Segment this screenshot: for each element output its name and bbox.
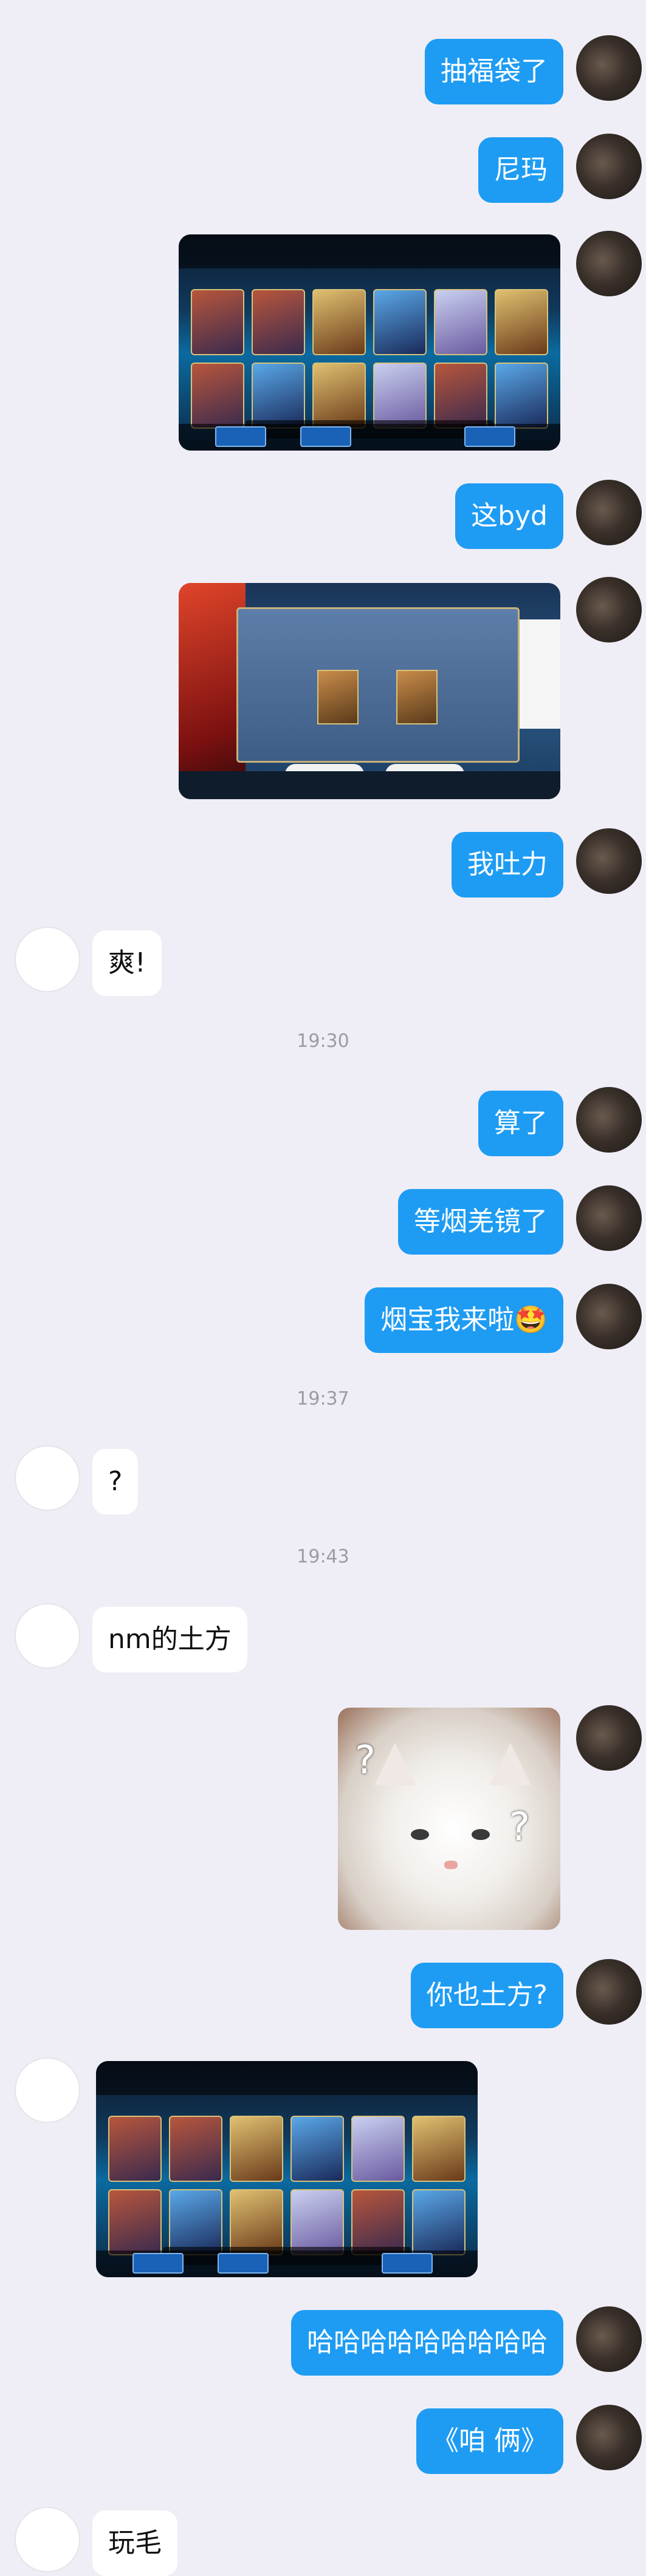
message-bubble[interactable]: nm的土方 [92,1607,247,1672]
servant-card [191,363,244,429]
servant-card [290,2189,344,2255]
message-bubble[interactable]: 爽! [92,930,162,996]
friend-avatar[interactable] [15,927,80,992]
game-button [218,2253,269,2274]
servant-card [169,2189,222,2255]
game-button [382,2253,433,2274]
cat-ear [490,1743,531,1785]
friend-avatar[interactable] [15,1445,80,1511]
servant-card [351,2189,405,2255]
message-bubble[interactable]: 尼玛 [478,137,563,203]
my-avatar[interactable] [576,828,642,894]
game-strengthen-dialog-image[interactable] [179,583,560,799]
timestamp: 19:37 [297,1388,349,1409]
servant-card [252,363,305,429]
card-grid [108,2116,466,2255]
message-bubble[interactable]: 抽福袋了 [425,39,563,104]
game-topbar [96,2061,478,2095]
game-bottombar [96,2251,478,2277]
message-bubble[interactable]: 算了 [478,1091,563,1156]
game-bottombar [179,424,560,451]
friend-avatar[interactable] [15,2507,80,2572]
my-avatar[interactable] [576,1959,642,2025]
servant-card [495,289,548,355]
servant-card [230,2189,283,2255]
confused-cat-sticker[interactable]: ? ? [338,1708,560,1930]
cat-eye [472,1829,490,1840]
card-slot [396,670,438,724]
message-bubble[interactable]: 玩毛 [92,2510,177,2576]
timestamp: 19:43 [297,1546,349,1567]
servant-card [312,363,366,429]
game-lucky-bag-result-image[interactable] [179,234,560,451]
servant-card [434,363,487,429]
servant-card [495,363,548,429]
dialog-panel [236,607,520,763]
question-mark: ? [509,1805,530,1850]
servant-card [373,289,427,355]
servant-card [412,2116,466,2182]
game-topbar [179,234,560,268]
my-avatar[interactable] [576,1284,642,1349]
servant-card [230,2116,283,2182]
servant-card [351,2116,405,2182]
game-button [132,2253,184,2274]
servant-card [290,2116,344,2182]
timestamp: 19:30 [297,1031,349,1052]
cat-nose [444,1861,458,1869]
servant-card [169,2116,222,2182]
friend-avatar[interactable] [15,2057,80,2123]
my-avatar[interactable] [576,231,642,296]
message-bubble[interactable]: 你也土方? [410,1963,563,2028]
servant-card [312,289,366,355]
game-button [464,426,515,447]
message-bubble[interactable]: 哈哈哈哈哈哈哈哈哈 [291,2310,563,2376]
card-slot [317,670,359,724]
servant-card [191,289,244,355]
servant-card [434,289,487,355]
game-button [300,426,351,447]
friend-avatar[interactable] [15,1603,80,1669]
my-avatar[interactable] [576,2405,642,2470]
message-bubble[interactable]: 等烟羌镜了 [398,1189,563,1255]
my-avatar[interactable] [576,1705,642,1771]
my-avatar[interactable] [576,35,642,101]
game-bottombar [179,771,560,799]
message-bubble[interactable]: 烟宝我来啦🤩 [365,1287,563,1353]
servant-art [179,583,246,799]
game-lucky-bag-result-image[interactable] [96,2061,478,2277]
card-grid [191,289,548,429]
servant-card [252,289,305,355]
my-avatar[interactable] [576,2306,642,2372]
my-avatar[interactable] [576,1185,642,1251]
servant-card [412,2189,466,2255]
question-mark: ? [355,1738,376,1783]
message-bubble[interactable]: 我吐力 [452,832,563,898]
game-button [215,426,266,447]
my-avatar[interactable] [576,577,642,642]
cat-eye [411,1829,429,1840]
my-avatar[interactable] [576,480,642,545]
cat-ear [374,1743,416,1785]
my-avatar[interactable] [576,134,642,199]
my-avatar[interactable] [576,1087,642,1153]
message-bubble[interactable]: 这byd [455,483,563,549]
message-bubble[interactable]: 《咱 俩》 [416,2408,563,2474]
servant-card [108,2189,162,2255]
servant-card [373,363,427,429]
servant-card [108,2116,162,2182]
message-bubble[interactable]: ? [92,1449,139,1515]
